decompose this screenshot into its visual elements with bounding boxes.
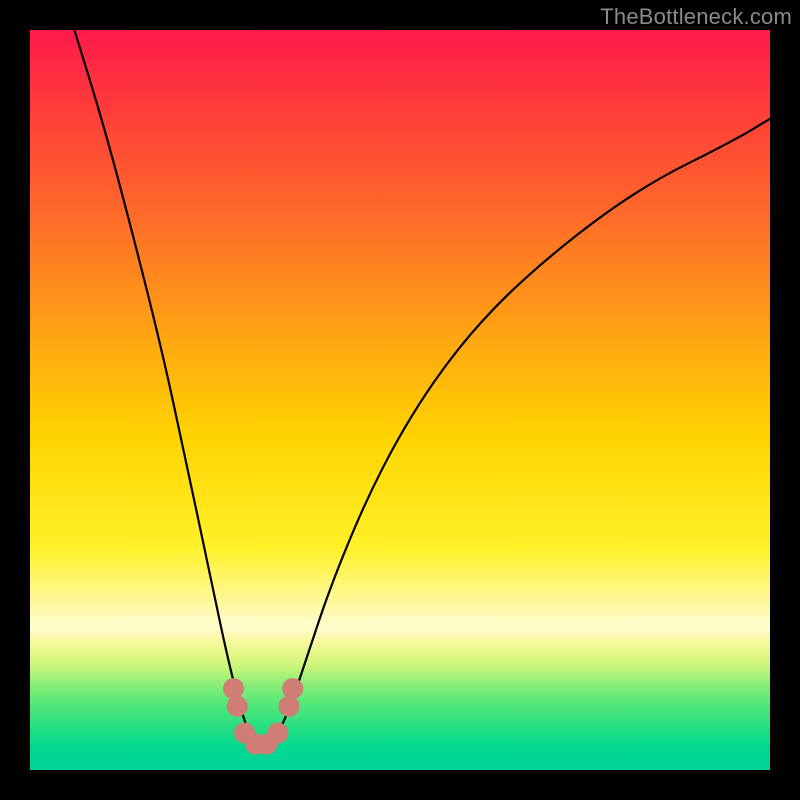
watermark-text: TheBottleneck.com — [600, 4, 792, 30]
bottom-markers — [223, 678, 303, 755]
marker-dot — [267, 723, 288, 744]
curve-layer — [30, 30, 770, 770]
marker-dot — [223, 678, 244, 699]
bottleneck-curve — [74, 30, 770, 746]
plot-area — [30, 30, 770, 770]
marker-dot — [279, 696, 300, 717]
marker-dot — [227, 696, 248, 717]
chart-frame: TheBottleneck.com — [0, 0, 800, 800]
marker-dot — [282, 678, 303, 699]
